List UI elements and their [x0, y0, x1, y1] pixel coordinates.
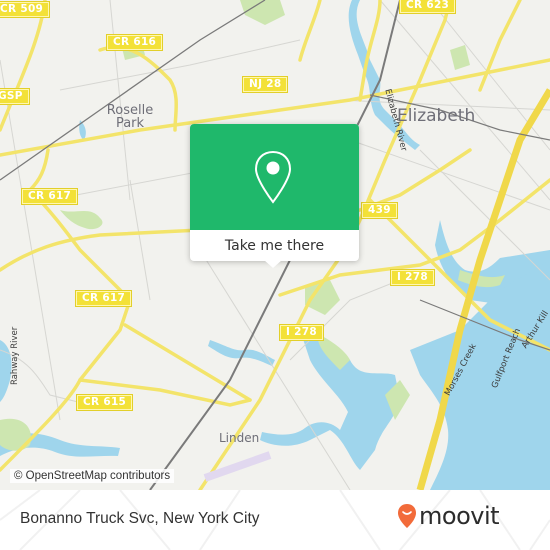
moovit-logo[interactable]: moovit [397, 502, 500, 530]
street [129, 179, 151, 301]
location-popup: Take me there [190, 124, 359, 268]
place-elizabeth: Elizabeth [397, 106, 476, 126]
footer: Bonanno Truck Svc, New York City moovit [0, 490, 550, 550]
map-pin-icon [254, 150, 292, 204]
moovit-pin-smile-icon [398, 504, 416, 528]
street [429, 0, 550, 151]
shield-nj-28: NJ 28 [241, 76, 289, 93]
moovit-logo-text: moovit [419, 502, 500, 530]
shield-cr-615: CR 615 [75, 394, 134, 411]
shield-cr-617-a: CR 617 [20, 188, 79, 205]
shield-cr-616: CR 616 [105, 34, 164, 51]
place-linden: Linden [219, 431, 260, 445]
label-rahway-river: Rahway River [10, 326, 20, 385]
shield-cr-623: CR 623 [398, 0, 457, 14]
road-gsp [0, 0, 47, 132]
place-title: Bonanno Truck Svc, New York City [20, 510, 260, 527]
road-north-curve [298, 0, 322, 62]
take-me-there-button[interactable]: Take me there [190, 230, 359, 261]
map[interactable]: CR 509 CR 623 CR 616 GSP NJ 28 CR 617 CR… [0, 0, 550, 490]
shield-i-278-b: I 278 [279, 324, 324, 341]
shield-gsp: GSP [0, 88, 30, 105]
popup-header [190, 124, 359, 230]
road-cr617-b [0, 228, 202, 272]
street [109, 0, 131, 201]
park-elizabeth [450, 45, 470, 70]
park-north [240, 0, 285, 25]
road-east [478, 0, 522, 92]
street [379, 0, 550, 201]
shield-cr-509: CR 509 [0, 1, 51, 18]
park-cr617 [60, 210, 103, 230]
shield-nj-439: 439 [361, 202, 398, 219]
shield-cr-617-b: CR 617 [74, 290, 133, 307]
osm-attribution[interactable]: © OpenStreetMap contributors [10, 469, 175, 483]
place-roselle-park: Roselle Park [106, 103, 154, 131]
shield-i-278-a: I 278 [390, 269, 435, 286]
popup-tail [264, 260, 282, 268]
elizabeth-river-water [348, 0, 420, 150]
